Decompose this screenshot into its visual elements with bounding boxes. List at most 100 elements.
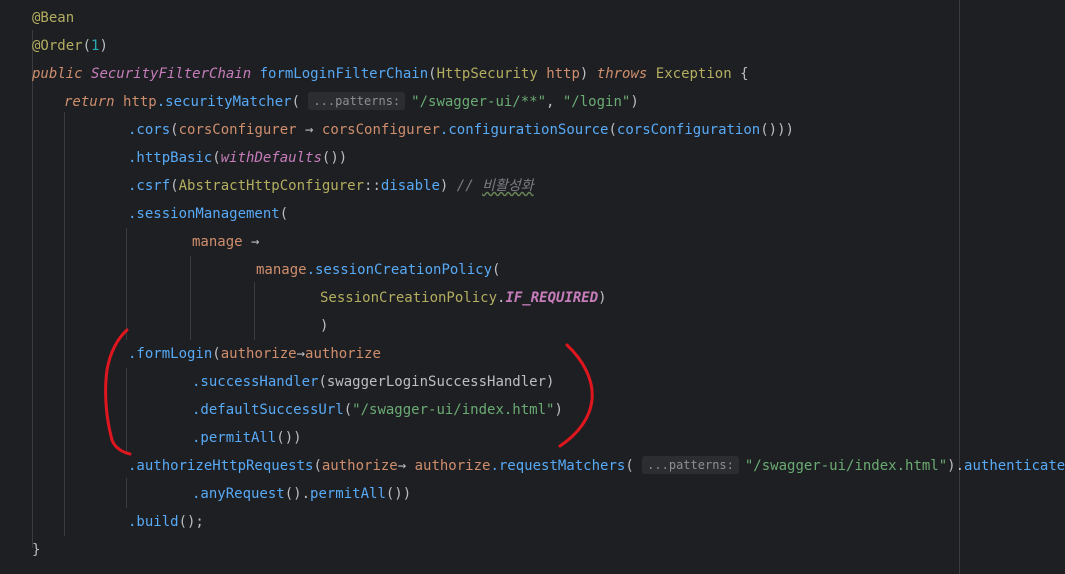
code-token: manage [192,234,252,250]
code-token: return [64,94,124,110]
code-token: ( [428,66,437,82]
code-token: authenticated [964,458,1065,474]
indent-guide-line [126,478,127,508]
code-token: ) [99,38,108,54]
code-token: ( [279,206,289,222]
code-token: SessionCreationPolicy [320,290,498,306]
code-token: .anyRequest [192,486,285,502]
code-token: ( [608,122,617,138]
code-token: ( [343,402,353,418]
code-line[interactable]: return http.securityMatcher( ...patterns… [64,88,639,116]
code-line[interactable]: SessionCreationPolicy.IF_REQUIRED) [320,284,607,312]
code-token: ) [598,290,607,306]
code-token: → [296,346,306,362]
code-line[interactable]: .csrf(AbstractHttpConfigurer::disable) /… [128,172,534,200]
code-line[interactable]: @Order(1) [32,32,108,60]
code-token: → [397,458,415,474]
code-token: ()) [321,150,348,166]
code-token: ( [625,458,643,474]
parameter-hint: ...patterns: [308,92,406,110]
code-token: ( [492,262,501,278]
indent-guide-line [126,368,127,452]
code-token: .requestMatchers [490,458,626,474]
code-line[interactable]: .defaultSuccessUrl("/swagger-ui/index.ht… [192,396,563,424]
code-token: .permitAll [192,430,277,446]
code-token: http [123,94,157,110]
code-token: ()) [385,486,412,502]
code-token: 비활성화 [482,178,534,194]
code-token: authorize [220,346,297,362]
code-token: throws [596,66,656,82]
code-line[interactable]: .cors(corsConfigurer → corsConfigurer.co… [128,116,794,144]
code-token: .formLogin [128,346,213,362]
code-token: ). [947,458,965,474]
code-token: .cors [128,122,171,138]
code-line[interactable]: .formLogin(authorize→authorize [128,340,381,368]
code-token: .securityMatcher [156,94,292,110]
code-token: → [251,234,260,250]
code-editor[interactable]: @Bean @Order(1) public SecurityFilterChain… [0,0,1065,574]
code-token: IF_REQUIRED [505,290,599,306]
code-token: @Order [32,38,83,54]
code-token: AbstractHttpConfigurer [178,178,365,194]
code-line[interactable]: .anyRequest().permitAll()) [192,480,411,508]
code-line[interactable]: .httpBasic(withDefaults()) [128,144,347,172]
indent-guide-line [64,112,65,536]
code-token: .authorizeHttpRequests [128,458,314,474]
code-token: ( [212,346,221,362]
code-line[interactable]: .sessionManagement( [128,200,288,228]
code-token: permitAll [310,486,386,502]
code-token: .build [128,514,179,530]
code-token: ) [554,402,563,418]
right-margin-guide [959,0,960,574]
code-token: @Bean [32,10,75,26]
code-line[interactable]: } [32,536,40,564]
code-token: withDefaults [220,150,322,166]
code-line[interactable]: .successHandler(swaggerLoginSuccessHandl… [192,368,554,396]
code-token: .csrf [128,178,171,194]
code-token: formLoginFilterChain [259,66,429,82]
code-token: HttpSecurity [436,66,547,82]
right-bracket-mark [558,343,594,448]
code-token: ()) [276,430,302,446]
code-line[interactable]: .build(); [128,508,204,536]
code-line[interactable]: manage → [192,228,259,256]
code-token: ( [82,38,92,54]
code-line[interactable]: .authorizeHttpRequests(authorize→ author… [128,452,1065,480]
code-token: disable [380,178,440,194]
code-token: // [456,178,483,194]
code-token: ) [630,94,639,110]
code-token: ) [320,318,329,334]
code-token: ( [212,150,221,166]
code-token: ( [313,458,322,474]
indent-guide-line [126,228,127,340]
code-token: "/swagger-ui/**" [411,94,547,110]
code-token: → [305,122,322,138]
parameter-hint: ...patterns: [642,456,739,474]
code-token: corsConfigurer [321,122,440,138]
code-token: ) [579,66,597,82]
code-token: public [32,66,92,82]
code-line[interactable]: @Bean [32,4,74,32]
code-line[interactable]: public SecurityFilterChain formLoginFilt… [32,60,749,88]
indent-guide-line [254,282,255,340]
code-token: .successHandler [192,374,319,390]
code-token: authorize [305,346,381,362]
code-token: { [740,66,749,82]
code-token: .defaultSuccessUrl [192,402,344,418]
code-token: .configurationSource [439,122,609,138]
code-token: corsConfigurer [178,122,306,138]
code-line[interactable]: ) [320,312,328,340]
code-token: } [32,542,41,558]
code-token: corsConfiguration [616,122,761,138]
code-token: (). [284,486,311,502]
code-token: "/swagger-ui/index.html" [352,402,555,418]
indent-guide-line [32,30,33,548]
code-token: , [546,94,563,110]
indent-guide-line [190,256,191,340]
code-token: authorize [414,458,491,474]
code-line[interactable]: .permitAll()) [192,424,302,452]
code-token: ( [170,122,179,138]
code-line[interactable]: manage.sessionCreationPolicy( [256,256,500,284]
code-token: ) [546,374,555,390]
